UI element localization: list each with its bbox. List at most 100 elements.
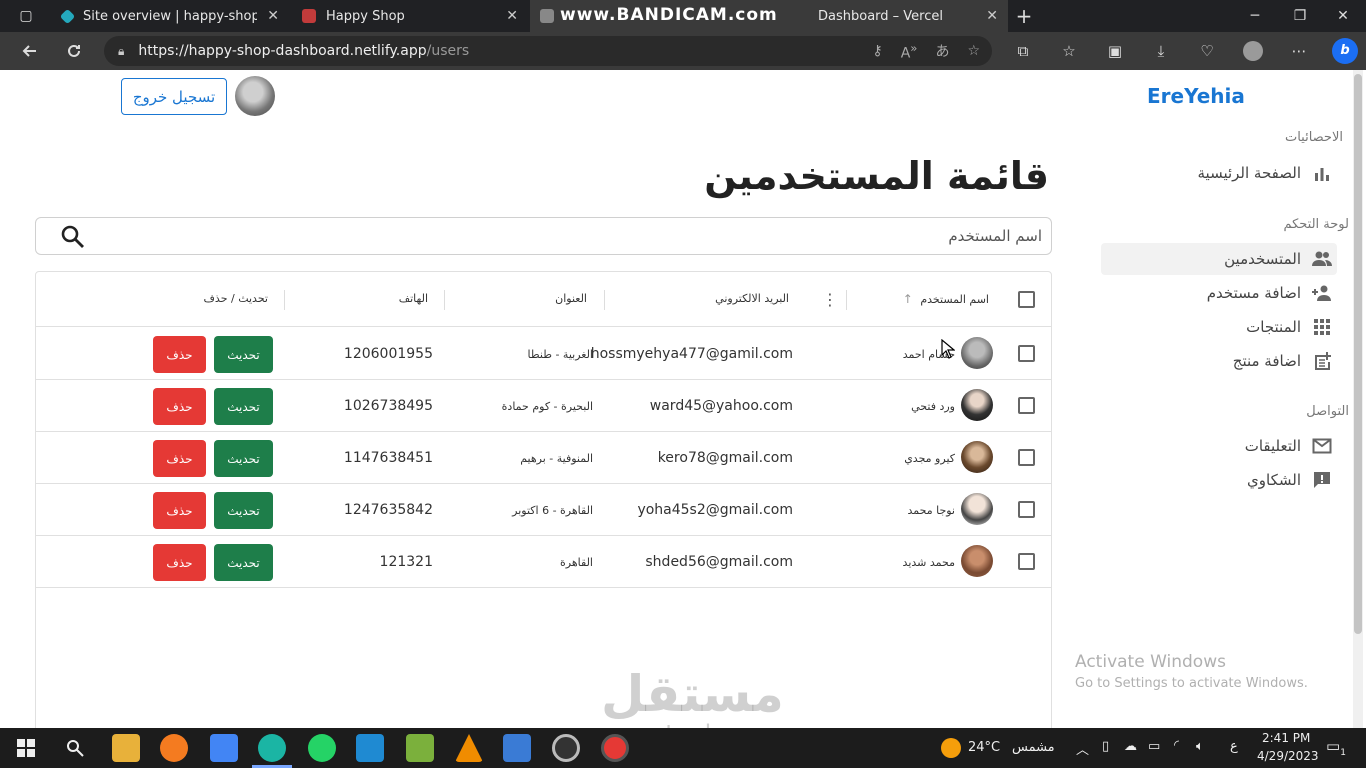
search-icon[interactable] [66,739,84,757]
refresh-button[interactable] [52,32,96,70]
table-row[interactable]: كيرو مجدي kero78@gmail.com المنوفية - بر… [36,432,1051,484]
translate-icon[interactable]: あ [935,41,949,61]
row-checkbox[interactable] [1018,397,1035,414]
sidebar-item-complaints[interactable]: الشكاوي [1247,464,1337,496]
brand-logo[interactable]: EreYehia [1147,84,1245,108]
table-row[interactable]: محمد شديد shded56@gmail.com القاهرة 1213… [36,536,1051,588]
wifi-icon[interactable]: ◜ [1174,738,1179,753]
row-checkbox[interactable] [1018,449,1035,466]
logout-button[interactable]: تسجيل خروج [121,78,227,115]
edge-icon[interactable] [258,734,286,762]
weather-temp[interactable]: 24°C [968,740,1000,755]
update-button[interactable]: تحديث [214,440,273,477]
column-menu-icon[interactable]: ⋮ [822,290,838,309]
maximize-button[interactable]: ❐ [1277,0,1323,32]
vscode-icon[interactable] [356,734,384,762]
page-scrollbar-thumb[interactable] [1354,74,1362,634]
recorder-icon[interactable] [601,734,629,762]
obs-icon[interactable] [552,734,580,762]
file-explorer-icon[interactable] [112,734,140,762]
google-icon[interactable] [210,734,238,762]
performance-icon[interactable]: ♡ [1184,42,1230,60]
table-row[interactable]: نوجا محمد yoha45s2@gmail.com القاهرة - 6… [36,484,1051,536]
close-tab-icon[interactable]: ✕ [506,8,518,24]
close-window-button[interactable]: ✕ [1320,0,1366,32]
vlc-icon[interactable] [455,734,483,762]
refresh-icon [68,44,80,57]
delete-button[interactable]: حذف [153,336,206,373]
windows-start-icon[interactable] [17,739,35,757]
tray-app-icon[interactable]: ▯ [1102,739,1109,754]
cell-address: القاهرة - 6 اكتوبر [512,504,593,517]
tab-actions-icon[interactable]: ▢ [6,0,46,32]
sidebar-item-users[interactable]: المتسخدمين [1101,243,1337,275]
brave-browser-icon[interactable] [160,734,188,762]
more-icon[interactable]: ⋯ [1276,42,1322,60]
close-tab-icon[interactable]: ✕ [986,8,998,24]
notification-icon[interactable]: ▭1 [1326,737,1346,758]
extensions-icon[interactable]: ⧉ [1000,42,1046,60]
collections-icon[interactable]: ▣ [1092,42,1138,60]
tab-happy-shop[interactable]: Happy Shop ✕ [292,0,528,32]
column-header-address[interactable]: العنوان [555,292,587,305]
sidebar-item-add-user[interactable]: اضافة مستخدم [1207,277,1337,309]
row-checkbox[interactable] [1018,553,1035,570]
whatsapp-icon[interactable] [308,734,336,762]
weather-sun-icon[interactable] [941,738,961,758]
bing-icon[interactable]: b [1322,38,1366,64]
read-aloud-icon[interactable]: A» [901,41,918,62]
delete-button[interactable]: حذف [153,388,206,425]
back-button[interactable] [8,32,52,70]
column-header-username[interactable]: اسم المستخدم ↑ [903,292,989,306]
profile-icon[interactable] [1230,41,1276,61]
column-header-actions[interactable]: تحديث / حذف [204,292,268,305]
delete-button[interactable]: حذف [153,492,206,529]
sidebar-item-home[interactable]: الصفحة الرئيسية [1198,157,1338,189]
weather-desc[interactable]: مشمس [1012,740,1055,755]
app-green-icon[interactable] [406,734,434,762]
column-separator[interactable] [846,290,847,310]
sidebar-item-comments[interactable]: التعليقات [1245,430,1337,462]
sort-arrow-up-icon[interactable]: ↑ [903,292,913,306]
update-button[interactable]: تحديث [214,492,273,529]
search-icon[interactable] [60,224,86,250]
column-separator[interactable] [284,290,285,310]
favorites-icon[interactable]: ☆ [1046,42,1092,60]
delete-button[interactable]: حذف [153,440,206,477]
minimize-button[interactable]: ─ [1232,0,1278,32]
tab-site-overview[interactable]: Site overview | happy-shop404 ✕ [52,0,289,32]
table-row[interactable]: ورد فتحي ward45@yahoo.com البحيرة - كوم … [36,380,1051,432]
column-header-email[interactable]: البريد الالكتروني [715,292,789,305]
new-tab-button[interactable]: + [1008,0,1040,32]
column-separator[interactable] [604,290,605,310]
key-icon[interactable]: ⚷ [872,43,882,59]
sidebar-item-add-product[interactable]: اضافة منتج [1233,345,1337,377]
search-input[interactable] [96,222,1042,250]
row-checkbox[interactable] [1018,501,1035,518]
downloads-icon[interactable]: ⤓ [1138,42,1184,60]
user-avatar[interactable] [235,76,275,116]
volume-icon[interactable]: 🔈︎ [1196,739,1204,754]
delete-button[interactable]: حذف [153,544,206,581]
update-button[interactable]: تحديث [214,388,273,425]
column-separator[interactable] [444,290,445,310]
close-tab-icon[interactable]: ✕ [267,8,279,24]
address-bar[interactable]: 🔒︎ https://happy-shop-dashboard.netlify.… [104,36,992,66]
update-button[interactable]: تحديث [214,544,273,581]
select-all-checkbox[interactable] [1018,291,1035,308]
clock-time[interactable]: 2:41 PM [1262,731,1310,745]
cloud-icon[interactable]: ☁ [1124,739,1137,754]
input-language[interactable]: ع [1230,739,1238,754]
table-row[interactable]: حسام احمد hossmyehya477@gamil.com الغربي… [36,328,1051,380]
people-icon [1311,248,1333,270]
update-button[interactable]: تحديث [214,336,273,373]
sidebar-item-products[interactable]: المنتجات [1246,311,1337,343]
show-hidden-icons-icon[interactable]: ︿ [1076,739,1089,758]
column-header-phone[interactable]: الهاتف [399,292,428,305]
clock-date[interactable]: 4/29/2023 [1257,749,1319,763]
cell-email: shded56@gmail.com [645,554,793,570]
row-checkbox[interactable] [1018,345,1035,362]
app-blue-icon[interactable] [503,734,531,762]
battery-icon[interactable]: ▭ [1148,739,1160,754]
add-favorite-icon[interactable]: ☆ [967,43,980,59]
